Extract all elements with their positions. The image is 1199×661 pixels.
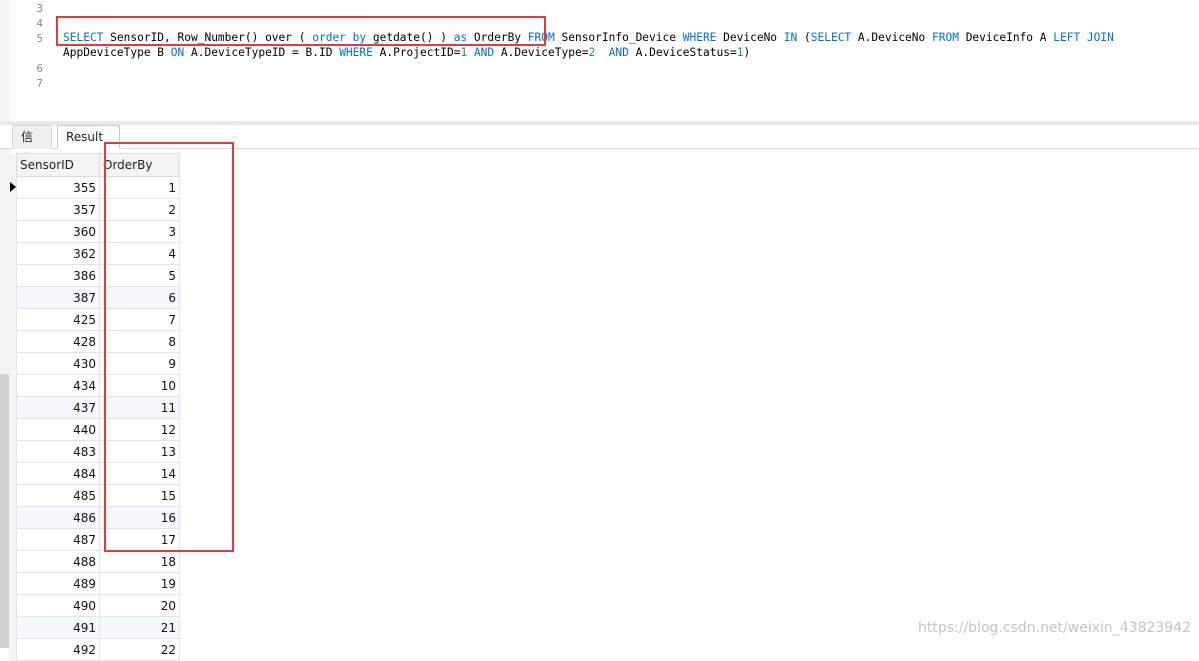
row-indicator[interactable] (9, 396, 17, 419)
cell-sensorid[interactable]: 490 (16, 594, 100, 617)
cell-orderby[interactable]: 20 (99, 594, 180, 617)
cell-sensorid[interactable]: 485 (16, 484, 100, 507)
orderby-column-highlight-box (104, 142, 234, 552)
sql-code-line-continued[interactable]: AppDeviceType B ON A.DeviceTypeID = B.ID… (63, 46, 750, 59)
sql-text: A.DeviceType= (494, 46, 589, 59)
row-indicator[interactable] (9, 594, 17, 617)
tab-info[interactable]: 信息 (12, 125, 52, 166)
row-indicator[interactable] (9, 418, 17, 441)
cell-sensorid[interactable]: 355 (16, 176, 100, 199)
row-indicator[interactable] (9, 572, 17, 595)
row-indicator[interactable] (9, 242, 17, 265)
sql-text: DeviceInfo A (958, 31, 1054, 44)
line-number: 3 (36, 2, 43, 15)
sql-text: ) (743, 46, 751, 59)
cell-sensorid[interactable]: 357 (16, 198, 100, 221)
cell-orderby[interactable]: 19 (99, 572, 180, 595)
cell-sensorid[interactable]: 440 (16, 418, 100, 441)
row-indicator[interactable] (9, 550, 17, 573)
select-clause-highlight-box (56, 16, 546, 46)
sql-text: A.ProjectID= (372, 46, 461, 59)
editor-left-strip (0, 0, 9, 121)
cell-sensorid[interactable]: 487 (16, 528, 100, 551)
cell-sensorid[interactable]: 491 (16, 616, 100, 639)
sql-text: AppDeviceType B (63, 46, 171, 59)
row-indicator[interactable] (9, 352, 17, 375)
cell-orderby[interactable]: 18 (99, 550, 180, 573)
watermark: https://blog.csdn.net/weixin_43823942 (918, 620, 1192, 636)
grid-left-strip (0, 149, 9, 648)
line-number: 6 (36, 62, 43, 75)
sql-keyword: AND (608, 46, 629, 59)
cell-sensorid[interactable]: 425 (16, 308, 100, 331)
cell-sensorid[interactable]: 386 (16, 264, 100, 287)
line-number: 7 (36, 77, 43, 90)
row-indicator[interactable] (9, 220, 17, 243)
row-indicator-header (9, 153, 17, 177)
sql-text: A.DeviceNo (851, 31, 932, 44)
cell-sensorid[interactable]: 489 (16, 572, 100, 595)
table-row[interactable]: 490 20 (9, 594, 180, 617)
cell-orderby[interactable]: 22 (99, 638, 180, 661)
sql-text: SensorInfo_Device (554, 31, 683, 44)
row-indicator[interactable] (9, 374, 17, 397)
cell-sensorid[interactable]: 488 (16, 550, 100, 573)
row-indicator[interactable] (9, 462, 17, 485)
cell-sensorid[interactable]: 483 (16, 440, 100, 463)
row-indicator[interactable] (9, 286, 17, 309)
cell-sensorid[interactable]: 486 (16, 506, 100, 529)
current-row-arrow-icon (10, 181, 16, 192)
table-row[interactable]: 489 19 (9, 572, 180, 595)
line-number-gutter: 3 4 5 6 7 (9, 0, 45, 121)
cell-sensorid[interactable]: 362 (16, 242, 100, 265)
cell-sensorid[interactable]: 434 (16, 374, 100, 397)
table-row[interactable]: 492 22 (9, 638, 180, 661)
row-indicator[interactable] (9, 176, 17, 199)
sql-keyword: LEFT JOIN (1053, 31, 1114, 44)
line-number: 5 (36, 32, 43, 45)
sql-text: ( (797, 31, 811, 44)
sql-keyword: WHERE (339, 46, 373, 59)
cell-sensorid[interactable]: 437 (16, 396, 100, 419)
sql-text: A.DeviceStatus= (628, 46, 737, 59)
row-indicator[interactable] (9, 506, 17, 529)
cell-sensorid[interactable]: 492 (16, 638, 100, 661)
table-row[interactable]: 491 21 (9, 616, 180, 639)
row-indicator[interactable] (9, 484, 17, 507)
sql-keyword: WHERE (682, 31, 717, 44)
row-indicator[interactable] (9, 198, 17, 221)
row-indicator[interactable] (9, 638, 17, 661)
row-indicator[interactable] (9, 330, 17, 353)
table-row[interactable]: 488 18 (9, 550, 180, 573)
row-indicator[interactable] (9, 440, 17, 463)
column-header-sensorid[interactable]: SensorID (16, 153, 100, 177)
cell-sensorid[interactable]: 360 (16, 220, 100, 243)
cell-sensorid[interactable]: 484 (16, 462, 100, 485)
sql-keyword: FROM (932, 31, 959, 44)
sql-keyword: SELECT (810, 31, 852, 44)
sql-editor[interactable]: 3 4 5 6 7 SELECT SensorID, Row_Number() … (0, 0, 1199, 121)
cell-sensorid[interactable]: 428 (16, 330, 100, 353)
sql-keyword: AND (473, 46, 495, 59)
row-indicator[interactable] (9, 528, 17, 551)
sql-text: A.DeviceTypeID = B.ID (184, 46, 340, 59)
line-number: 4 (36, 17, 43, 30)
cell-orderby[interactable]: 21 (99, 616, 180, 639)
cell-sensorid[interactable]: 387 (16, 286, 100, 309)
vertical-scrollbar-track[interactable] (0, 374, 9, 648)
row-indicator[interactable] (9, 264, 17, 287)
sql-keyword: IN (783, 31, 798, 44)
row-indicator[interactable] (9, 616, 17, 639)
cell-sensorid[interactable]: 430 (16, 352, 100, 375)
sql-keyword: ON (170, 46, 185, 59)
row-indicator[interactable] (9, 308, 17, 331)
sql-text: DeviceNo (716, 31, 784, 44)
